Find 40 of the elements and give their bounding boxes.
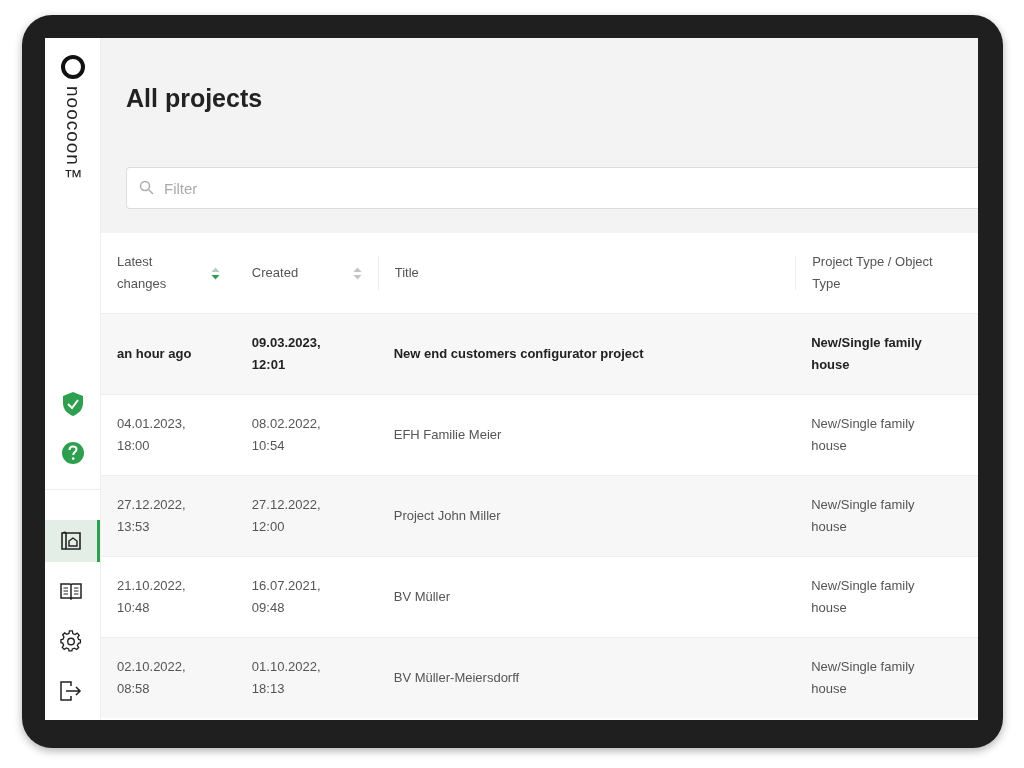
table-cell-text: 02.10.2022, 08:58: [117, 658, 187, 698]
column-header: Project Type / Object Type: [812, 253, 934, 293]
table-cell-text: 21.10.2022, 10:48: [117, 577, 187, 617]
table-cell-text: 01.10.2022, 18:13: [251, 658, 322, 698]
table-cell-text: 04.01.2023, 18:00: [117, 415, 187, 455]
logout-icon: [60, 681, 82, 701]
table-cell-text: New/Single family house: [811, 334, 923, 374]
filter-field[interactable]: Filter: [126, 167, 978, 209]
table-cell-text: 27.12.2022, 13:53: [117, 496, 187, 536]
shield-check-icon[interactable]: [61, 391, 84, 417]
table-row[interactable]: 02.10.2022, 08:58 01.10.2022, 18:13 BV Müller-Meiersdorff New/Single family house: [101, 637, 978, 718]
column-header: Title: [394, 264, 419, 282]
table-cell-text: 08.02.2022, 10:54: [251, 415, 322, 455]
house-plan-icon: [60, 530, 82, 552]
sort-icon[interactable]: [210, 266, 220, 280]
table-cell: Project John Miller: [393, 508, 501, 523]
logo-ring-icon: [59, 54, 86, 80]
table-cell: BV Müller: [393, 589, 451, 604]
table-cell: BV Müller-Meiersdorff: [393, 670, 520, 685]
table-cell-text: New/Single family house: [811, 658, 916, 698]
nav-item[interactable]: [45, 520, 100, 562]
column-header[interactable]: Latest changes: [117, 251, 197, 295]
table-cell-text: New/Single family house: [811, 577, 916, 617]
search-icon: [139, 180, 154, 195]
table-cell-text: 16.07.2021, 09:48: [251, 577, 322, 617]
table-cell: EFH Familie Meier: [393, 427, 502, 442]
help-icon[interactable]: [60, 441, 85, 465]
table-cell-text: New/Single family house: [811, 415, 916, 455]
page-title: All projects: [126, 84, 264, 114]
table-cell-text: 09.03.2023, 12:01: [251, 334, 322, 374]
table-cell-text: 27.12.2022, 12:00: [251, 496, 322, 536]
table-cell-text: New/Single family house: [811, 496, 916, 536]
brand-name: noocoon™: [61, 86, 84, 188]
table-row[interactable]: an hour ago 09.03.2023, 12:01 New end customers configurator project New/Single family house: [101, 313, 978, 394]
table-row[interactable]: 27.12.2022, 13:53 27.12.2022, 12:00 Project John Miller New/Single family house: [101, 475, 978, 556]
open-book-icon: [60, 582, 82, 600]
settings-icon: [60, 630, 82, 652]
table-cell-text: an hour ago: [117, 345, 192, 363]
column-header[interactable]: Created: [251, 262, 299, 284]
table-cell: New end customers configurator project: [393, 346, 644, 361]
